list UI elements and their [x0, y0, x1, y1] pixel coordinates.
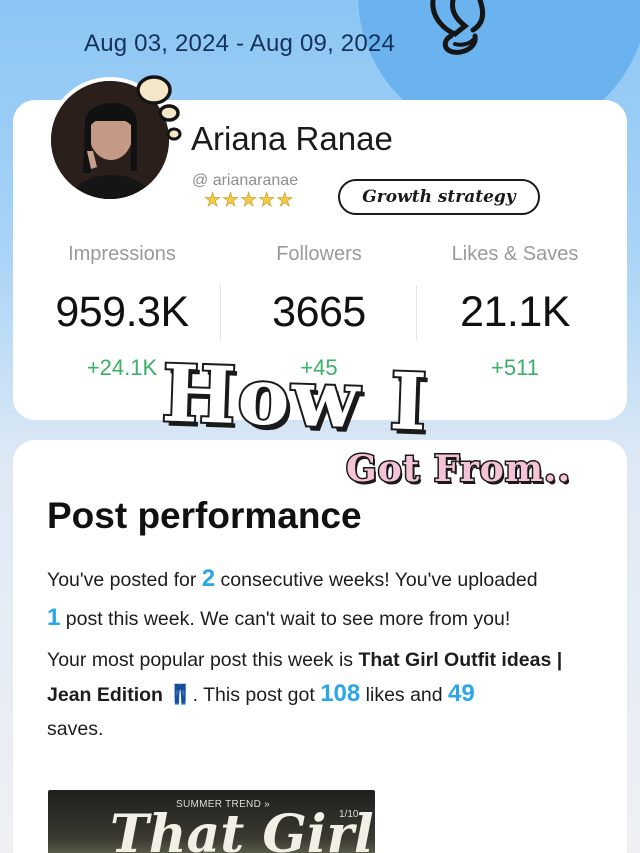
thumbnail-title: That Girl: [110, 804, 374, 853]
star-icon: ★: [204, 190, 222, 211]
thought-bubble-icon: [136, 75, 182, 141]
stat-value: 3665: [272, 288, 366, 336]
likes-count: 108: [320, 680, 361, 707]
posting-streak-text: You've posted for 2 consecutive weeks! Y…: [47, 565, 538, 631]
jeans-emoji-icon: 👖: [168, 684, 193, 706]
star-icon: ★: [222, 190, 240, 211]
profile-handle: @ arianaranae: [192, 172, 299, 189]
date-range: Aug 03, 2024 - Aug 09, 2024: [84, 30, 395, 57]
star-icon: ★: [276, 190, 294, 211]
weeks-count: 2: [201, 565, 216, 592]
stat-delta: +511: [491, 355, 539, 380]
stat-label: Followers: [276, 243, 362, 265]
lightbulb-icon: [430, 0, 486, 55]
overlay-how-text: How I: [158, 346, 432, 450]
saves-count: 49: [448, 680, 475, 707]
stat-value: 959.3K: [55, 288, 189, 336]
stat-label: Likes & Saves: [451, 243, 579, 265]
star-icon: ★: [258, 190, 276, 211]
growth-strategy-button[interactable]: Growth strategy: [338, 179, 540, 215]
star-icon: ★: [240, 190, 258, 211]
stat-value: 21.1K: [460, 288, 570, 336]
posts-count: 1: [47, 604, 61, 631]
stat-label: Impressions: [68, 243, 176, 265]
overlay-got-text: Got From..: [345, 447, 572, 492]
star-rating: ★ ★ ★ ★ ★: [204, 190, 294, 211]
popular-post-text: Your most popular post this week is That…: [47, 649, 563, 740]
post-thumbnail[interactable]: SUMMER TREND » 1/10 That Girl: [48, 790, 375, 853]
profile-name: Ariana Ranae: [191, 120, 393, 157]
stat-likes-saves: Likes & Saves 21.1K +511: [415, 243, 615, 381]
section-title: Post performance: [47, 495, 362, 536]
